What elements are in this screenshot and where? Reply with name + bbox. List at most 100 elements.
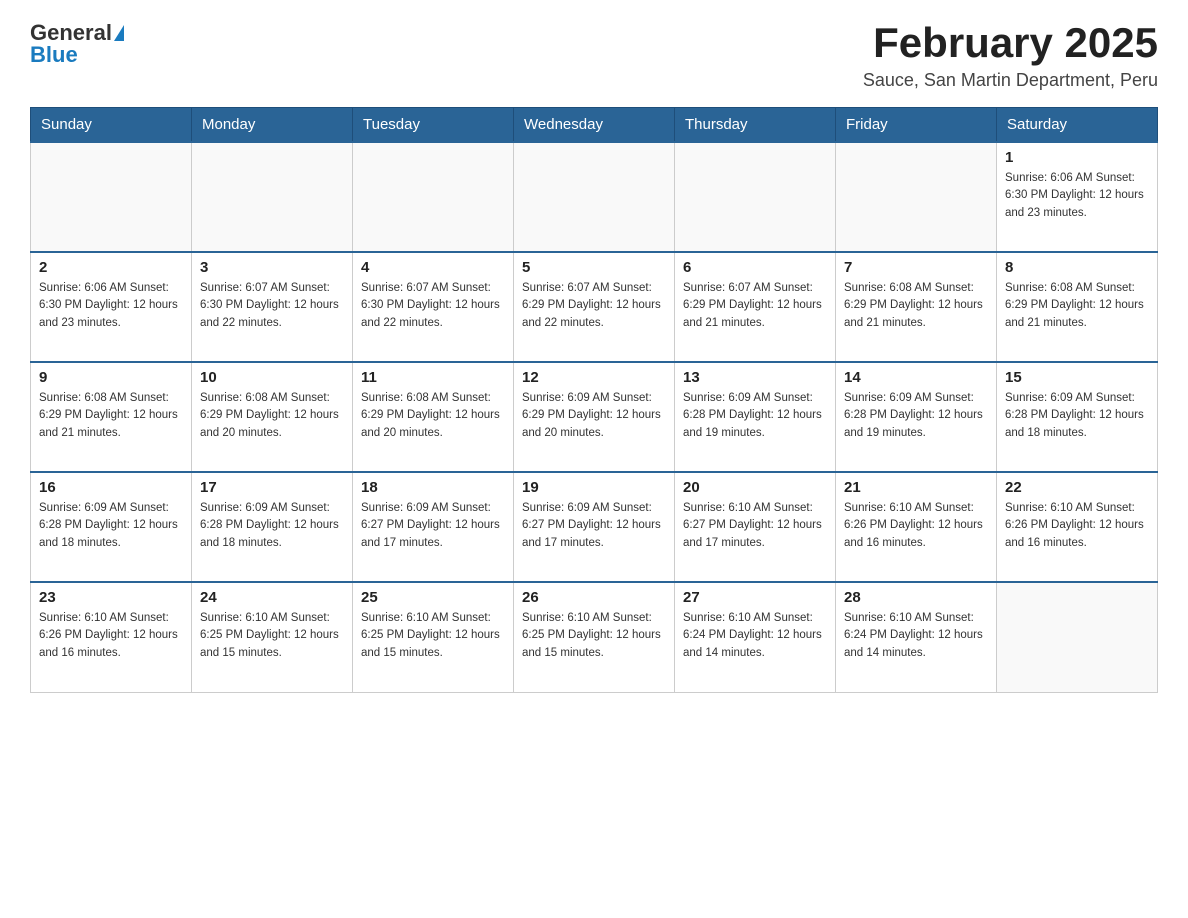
title-area: February 2025 Sauce, San Martin Departme… xyxy=(863,20,1158,91)
calendar-cell: 3 Sunrise: 6:07 AM Sunset: 6:30 PM Daylig… xyxy=(192,252,353,362)
day-info: Sunrise: 6:10 AM Sunset: 6:25 PM Dayligh… xyxy=(361,610,505,662)
weekday-header-row: SundayMondayTuesdayWednesdayThursdayFrid… xyxy=(31,108,1158,143)
day-number: 28 xyxy=(844,589,988,606)
day-info: Sunrise: 6:09 AM Sunset: 6:28 PM Dayligh… xyxy=(39,500,183,552)
day-info: Sunrise: 6:07 AM Sunset: 6:30 PM Dayligh… xyxy=(361,280,505,332)
logo: General Blue xyxy=(30,20,124,68)
calendar-cell: 27 Sunrise: 6:10 AM Sunset: 6:24 PM Dayli… xyxy=(675,582,836,692)
day-info: Sunrise: 6:10 AM Sunset: 6:27 PM Dayligh… xyxy=(683,500,827,552)
weekday-header-sunday: Sunday xyxy=(31,108,192,143)
day-number: 13 xyxy=(683,369,827,386)
day-number: 21 xyxy=(844,479,988,496)
day-number: 22 xyxy=(1005,479,1149,496)
calendar-cell: 18 Sunrise: 6:09 AM Sunset: 6:27 PM Dayli… xyxy=(353,472,514,582)
calendar-cell xyxy=(997,582,1158,692)
day-number: 27 xyxy=(683,589,827,606)
calendar-cell xyxy=(836,142,997,252)
calendar-cell: 13 Sunrise: 6:09 AM Sunset: 6:28 PM Dayli… xyxy=(675,362,836,472)
calendar-cell xyxy=(353,142,514,252)
day-info: Sunrise: 6:06 AM Sunset: 6:30 PM Dayligh… xyxy=(1005,170,1149,222)
calendar-cell: 24 Sunrise: 6:10 AM Sunset: 6:25 PM Dayli… xyxy=(192,582,353,692)
day-number: 12 xyxy=(522,369,666,386)
calendar-cell xyxy=(675,142,836,252)
calendar-cell: 23 Sunrise: 6:10 AM Sunset: 6:26 PM Dayli… xyxy=(31,582,192,692)
calendar-cell: 15 Sunrise: 6:09 AM Sunset: 6:28 PM Dayli… xyxy=(997,362,1158,472)
day-info: Sunrise: 6:10 AM Sunset: 6:24 PM Dayligh… xyxy=(844,610,988,662)
day-number: 9 xyxy=(39,369,183,386)
location-subtitle: Sauce, San Martin Department, Peru xyxy=(863,70,1158,91)
day-number: 3 xyxy=(200,259,344,276)
calendar-cell: 16 Sunrise: 6:09 AM Sunset: 6:28 PM Dayli… xyxy=(31,472,192,582)
day-number: 16 xyxy=(39,479,183,496)
week-row-1: 1 Sunrise: 6:06 AM Sunset: 6:30 PM Daylig… xyxy=(31,142,1158,252)
day-info: Sunrise: 6:06 AM Sunset: 6:30 PM Dayligh… xyxy=(39,280,183,332)
calendar-cell: 1 Sunrise: 6:06 AM Sunset: 6:30 PM Daylig… xyxy=(997,142,1158,252)
day-number: 23 xyxy=(39,589,183,606)
calendar-cell xyxy=(192,142,353,252)
calendar-cell: 2Sunrise: 6:06 AM Sunset: 6:30 PM Daylig… xyxy=(31,252,192,362)
calendar-cell: 25 Sunrise: 6:10 AM Sunset: 6:25 PM Dayli… xyxy=(353,582,514,692)
day-info: Sunrise: 6:10 AM Sunset: 6:26 PM Dayligh… xyxy=(1005,500,1149,552)
day-number: 4 xyxy=(361,259,505,276)
week-row-2: 2Sunrise: 6:06 AM Sunset: 6:30 PM Daylig… xyxy=(31,252,1158,362)
day-number: 26 xyxy=(522,589,666,606)
calendar-cell xyxy=(31,142,192,252)
day-info: Sunrise: 6:08 AM Sunset: 6:29 PM Dayligh… xyxy=(1005,280,1149,332)
day-info: Sunrise: 6:08 AM Sunset: 6:29 PM Dayligh… xyxy=(361,390,505,442)
calendar-cell: 26 Sunrise: 6:10 AM Sunset: 6:25 PM Dayli… xyxy=(514,582,675,692)
day-number: 14 xyxy=(844,369,988,386)
calendar-cell: 10Sunrise: 6:08 AM Sunset: 6:29 PM Dayli… xyxy=(192,362,353,472)
day-number: 15 xyxy=(1005,369,1149,386)
day-info: Sunrise: 6:07 AM Sunset: 6:29 PM Dayligh… xyxy=(522,280,666,332)
day-number: 8 xyxy=(1005,259,1149,276)
day-info: Sunrise: 6:08 AM Sunset: 6:29 PM Dayligh… xyxy=(844,280,988,332)
weekday-header-wednesday: Wednesday xyxy=(514,108,675,143)
day-info: Sunrise: 6:09 AM Sunset: 6:27 PM Dayligh… xyxy=(522,500,666,552)
day-number: 6 xyxy=(683,259,827,276)
day-info: Sunrise: 6:10 AM Sunset: 6:26 PM Dayligh… xyxy=(39,610,183,662)
day-number: 7 xyxy=(844,259,988,276)
day-number: 19 xyxy=(522,479,666,496)
day-number: 24 xyxy=(200,589,344,606)
calendar-table: SundayMondayTuesdayWednesdayThursdayFrid… xyxy=(30,107,1158,693)
logo-triangle-icon xyxy=(114,25,124,41)
calendar-cell: 28 Sunrise: 6:10 AM Sunset: 6:24 PM Dayli… xyxy=(836,582,997,692)
day-info: Sunrise: 6:09 AM Sunset: 6:29 PM Dayligh… xyxy=(522,390,666,442)
day-info: Sunrise: 6:10 AM Sunset: 6:24 PM Dayligh… xyxy=(683,610,827,662)
calendar-cell: 20 Sunrise: 6:10 AM Sunset: 6:27 PM Dayli… xyxy=(675,472,836,582)
day-info: Sunrise: 6:09 AM Sunset: 6:28 PM Dayligh… xyxy=(683,390,827,442)
day-info: Sunrise: 6:10 AM Sunset: 6:26 PM Dayligh… xyxy=(844,500,988,552)
day-info: Sunrise: 6:09 AM Sunset: 6:28 PM Dayligh… xyxy=(200,500,344,552)
day-number: 10 xyxy=(200,369,344,386)
day-info: Sunrise: 6:08 AM Sunset: 6:29 PM Dayligh… xyxy=(39,390,183,442)
day-number: 1 xyxy=(1005,149,1149,166)
day-info: Sunrise: 6:10 AM Sunset: 6:25 PM Dayligh… xyxy=(522,610,666,662)
page-header: General Blue February 2025 Sauce, San Ma… xyxy=(30,20,1158,91)
calendar-cell: 6Sunrise: 6:07 AM Sunset: 6:29 PM Daylig… xyxy=(675,252,836,362)
logo-blue-text: Blue xyxy=(30,42,78,68)
calendar-cell: 4 Sunrise: 6:07 AM Sunset: 6:30 PM Daylig… xyxy=(353,252,514,362)
calendar-cell xyxy=(514,142,675,252)
day-number: 17 xyxy=(200,479,344,496)
weekday-header-friday: Friday xyxy=(836,108,997,143)
calendar-cell: 19 Sunrise: 6:09 AM Sunset: 6:27 PM Dayli… xyxy=(514,472,675,582)
month-title: February 2025 xyxy=(863,20,1158,66)
week-row-5: 23 Sunrise: 6:10 AM Sunset: 6:26 PM Dayli… xyxy=(31,582,1158,692)
calendar-cell: 8 Sunrise: 6:08 AM Sunset: 6:29 PM Daylig… xyxy=(997,252,1158,362)
day-number: 18 xyxy=(361,479,505,496)
day-info: Sunrise: 6:09 AM Sunset: 6:27 PM Dayligh… xyxy=(361,500,505,552)
day-info: Sunrise: 6:10 AM Sunset: 6:25 PM Dayligh… xyxy=(200,610,344,662)
weekday-header-saturday: Saturday xyxy=(997,108,1158,143)
week-row-4: 16 Sunrise: 6:09 AM Sunset: 6:28 PM Dayli… xyxy=(31,472,1158,582)
calendar-cell: 5Sunrise: 6:07 AM Sunset: 6:29 PM Daylig… xyxy=(514,252,675,362)
day-number: 25 xyxy=(361,589,505,606)
calendar-cell: 12 Sunrise: 6:09 AM Sunset: 6:29 PM Dayli… xyxy=(514,362,675,472)
day-info: Sunrise: 6:09 AM Sunset: 6:28 PM Dayligh… xyxy=(1005,390,1149,442)
calendar-cell: 17 Sunrise: 6:09 AM Sunset: 6:28 PM Dayli… xyxy=(192,472,353,582)
day-number: 20 xyxy=(683,479,827,496)
day-info: Sunrise: 6:09 AM Sunset: 6:28 PM Dayligh… xyxy=(844,390,988,442)
day-info: Sunrise: 6:07 AM Sunset: 6:30 PM Dayligh… xyxy=(200,280,344,332)
day-number: 11 xyxy=(361,369,505,386)
calendar-cell: 7 Sunrise: 6:08 AM Sunset: 6:29 PM Daylig… xyxy=(836,252,997,362)
calendar-cell: 21 Sunrise: 6:10 AM Sunset: 6:26 PM Dayli… xyxy=(836,472,997,582)
